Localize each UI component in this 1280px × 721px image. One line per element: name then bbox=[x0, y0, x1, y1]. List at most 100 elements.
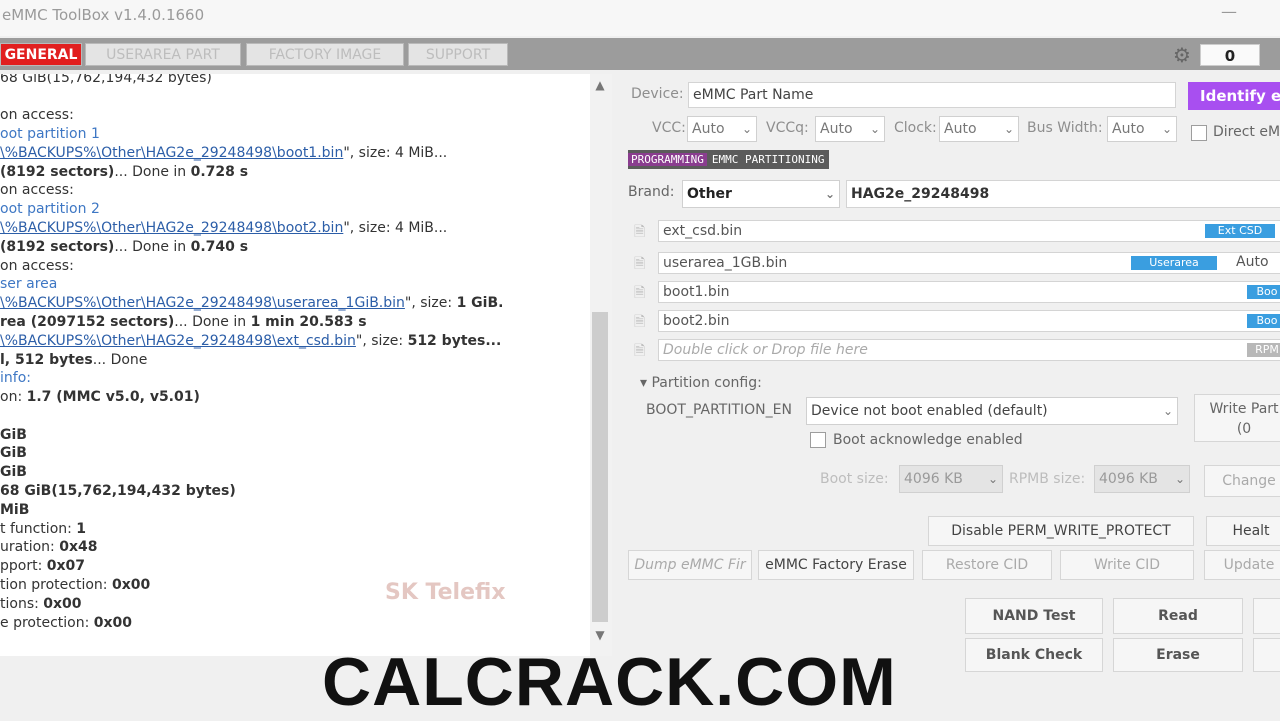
log-line: rea (2097152 sectors)... Done in 1 min 2… bbox=[0, 314, 367, 330]
tab-general[interactable]: GENERAL bbox=[0, 43, 82, 66]
rpmb-size-label: RPMB size: bbox=[1009, 471, 1086, 487]
log-line: \%BACKUPS%\Other\HAG2e_29248498\userarea… bbox=[0, 295, 504, 311]
file-icon: 🗎 bbox=[634, 224, 646, 240]
log-line: 68 GiB(15,762,194,432 bytes) bbox=[0, 483, 236, 499]
health-button[interactable]: Healt bbox=[1206, 516, 1280, 546]
write-part-button[interactable]: Write Part (0 bbox=[1194, 394, 1280, 442]
scroll-up-icon[interactable]: ▲ bbox=[592, 78, 608, 94]
userarea-mode[interactable]: Auto bbox=[1236, 254, 1269, 270]
globe-icon[interactable]: ⚙ bbox=[1170, 44, 1194, 66]
watermark: SK Telefix bbox=[385, 580, 506, 605]
log-line: ser area bbox=[0, 276, 58, 292]
log-line: 68 GiB(15,762,194,432 bytes) bbox=[0, 74, 212, 86]
ext-csd-badge: Ext CSD bbox=[1205, 224, 1275, 238]
emmc-factory-erase-button[interactable]: eMMC Factory Erase bbox=[758, 550, 914, 580]
tab-factory-image[interactable]: FACTORY IMAGE bbox=[246, 43, 404, 66]
log-file-link[interactable]: \%BACKUPS%\Other\HAG2e_29248498\boot1.bi… bbox=[0, 145, 343, 161]
boot2-badge: Boo bbox=[1247, 314, 1280, 328]
minimize-icon[interactable]: — bbox=[1217, 2, 1241, 26]
log-panel[interactable]: 68 GiB(15,762,194,432 bytes) on access: … bbox=[0, 74, 590, 656]
partition-config-header[interactable]: ▾ Partition config: bbox=[640, 375, 762, 391]
erase-button[interactable]: Erase bbox=[1113, 638, 1243, 672]
file-icon: 🗎 bbox=[634, 256, 646, 272]
rpmb-size-select[interactable]: 4096 KB ⌄ bbox=[1094, 465, 1190, 493]
file-row-boot1[interactable]: boot1.bin bbox=[658, 281, 1280, 303]
tab-bar: GENERAL USERAREA PART FACTORY IMAGE SUPP… bbox=[0, 38, 1280, 70]
device-field[interactable]: eMMC Part Name bbox=[688, 82, 1176, 108]
log-line: \%BACKUPS%\Other\HAG2e_29248498\ext_csd.… bbox=[0, 333, 502, 349]
file-icon: 🗎 bbox=[634, 285, 646, 301]
file-icon: 🗎 bbox=[634, 314, 646, 330]
log-line: on access: bbox=[0, 107, 74, 123]
vcc-label: VCC: bbox=[652, 120, 686, 136]
bus-width-select[interactable]: Auto ⌄ bbox=[1107, 116, 1177, 142]
log-line: tions: 0x00 bbox=[0, 596, 82, 612]
log-file-link[interactable]: \%BACKUPS%\Other\HAG2e_29248498\boot2.bi… bbox=[0, 220, 343, 236]
disable-perm-write-protect-button[interactable]: Disable PERM_WRITE_PROTECT bbox=[928, 516, 1194, 546]
file-row-boot2[interactable]: boot2.bin bbox=[658, 310, 1280, 332]
log-line: oot partition 1 bbox=[0, 126, 100, 142]
expand-arrow-icon: ▾ bbox=[640, 375, 652, 391]
log-line: l, 512 bytes... Done bbox=[0, 352, 148, 368]
boot-ack-label: Boot acknowledge enabled bbox=[833, 432, 1023, 448]
counter-display: 0 bbox=[1200, 44, 1260, 66]
log-line: (8192 sectors)... Done in 0.728 s bbox=[0, 164, 249, 180]
direct-label: Direct eM bbox=[1213, 124, 1280, 140]
boot-size-select[interactable]: 4096 KB ⌄ bbox=[899, 465, 1003, 493]
log-line: pport: 0x07 bbox=[0, 558, 86, 574]
part-name-field[interactable]: HAG2e_29248498 bbox=[846, 180, 1280, 208]
nand-test-button[interactable]: NAND Test bbox=[965, 598, 1103, 634]
restore-cid-button[interactable]: Restore CID bbox=[922, 550, 1052, 580]
log-line: GiB bbox=[0, 445, 27, 461]
identify-button[interactable]: Identify e bbox=[1188, 82, 1280, 110]
log-line: \%BACKUPS%\Other\HAG2e_29248498\boot2.bi… bbox=[0, 220, 448, 236]
direct-checkbox[interactable] bbox=[1191, 125, 1207, 141]
read-button[interactable]: Read bbox=[1113, 598, 1243, 634]
vccq-label: VCCq: bbox=[766, 120, 809, 136]
log-line: uration: 0x48 bbox=[0, 539, 98, 555]
log-line: info: bbox=[0, 370, 31, 386]
update-button[interactable]: Update bbox=[1204, 550, 1280, 580]
clock-select[interactable]: Auto ⌄ bbox=[939, 116, 1019, 142]
log-line: tion protection: 0x00 bbox=[0, 577, 151, 593]
boot-partition-select[interactable]: Device not boot enabled (default) ⌄ bbox=[806, 397, 1178, 425]
blank-check-button[interactable]: Blank Check bbox=[965, 638, 1103, 672]
file-drop-zone[interactable]: Double click or Drop file here bbox=[658, 339, 1280, 361]
window-title: eMMC ToolBox v1.4.0.1660 bbox=[2, 6, 205, 24]
dump-emmc-firmware-button[interactable]: Dump eMMC Fir bbox=[628, 550, 752, 580]
file-icon: 🗎 bbox=[634, 343, 646, 359]
vccq-select[interactable]: Auto ⌄ bbox=[815, 116, 885, 142]
subtab-programming[interactable]: PROGRAMMING bbox=[628, 153, 707, 166]
extra-button[interactable] bbox=[1253, 638, 1280, 672]
tab-support[interactable]: SUPPORT bbox=[408, 43, 508, 66]
boot1-badge: Boo bbox=[1247, 285, 1280, 299]
scrollbar-thumb[interactable] bbox=[592, 312, 608, 622]
boot-size-label: Boot size: bbox=[820, 471, 889, 487]
scroll-down-icon[interactable]: ▼ bbox=[592, 628, 608, 644]
write-cid-button[interactable]: Write CID bbox=[1060, 550, 1194, 580]
boot-ack-checkbox[interactable] bbox=[810, 432, 826, 448]
change-button[interactable]: Change bbox=[1204, 465, 1280, 497]
brand-select[interactable]: Other ⌄ bbox=[682, 180, 840, 208]
userarea-badge: Userarea bbox=[1131, 256, 1217, 270]
bus-width-label: Bus Width: bbox=[1027, 120, 1103, 136]
vcc-select[interactable]: Auto ⌄ bbox=[687, 116, 757, 142]
log-line: on access: bbox=[0, 182, 74, 198]
boot-partition-label: BOOT_PARTITION_EN bbox=[646, 402, 792, 418]
log-line: on access: bbox=[0, 258, 74, 274]
extra-button[interactable] bbox=[1253, 598, 1280, 634]
log-line: GiB bbox=[0, 464, 27, 480]
sub-tabs: PROGRAMMING EMMC PARTITIONING bbox=[628, 150, 830, 169]
brand-label: Brand: bbox=[628, 184, 675, 200]
log-file-link[interactable]: \%BACKUPS%\Other\HAG2e_29248498\ext_csd.… bbox=[0, 333, 356, 349]
log-line: \%BACKUPS%\Other\HAG2e_29248498\boot1.bi… bbox=[0, 145, 448, 161]
subtab-emmc-partitioning[interactable]: EMMC PARTITIONING bbox=[707, 153, 830, 166]
log-line: t function: 1 bbox=[0, 521, 87, 537]
file-row-ext-csd[interactable]: ext_csd.bin bbox=[658, 220, 1280, 242]
clock-label: Clock: bbox=[894, 120, 937, 136]
log-line: oot partition 2 bbox=[0, 201, 100, 217]
tab-userarea-part[interactable]: USERAREA PART bbox=[85, 43, 241, 66]
log-line: MiB bbox=[0, 502, 30, 518]
log-file-link[interactable]: \%BACKUPS%\Other\HAG2e_29248498\userarea… bbox=[0, 295, 405, 311]
device-label: Device: bbox=[631, 86, 684, 102]
